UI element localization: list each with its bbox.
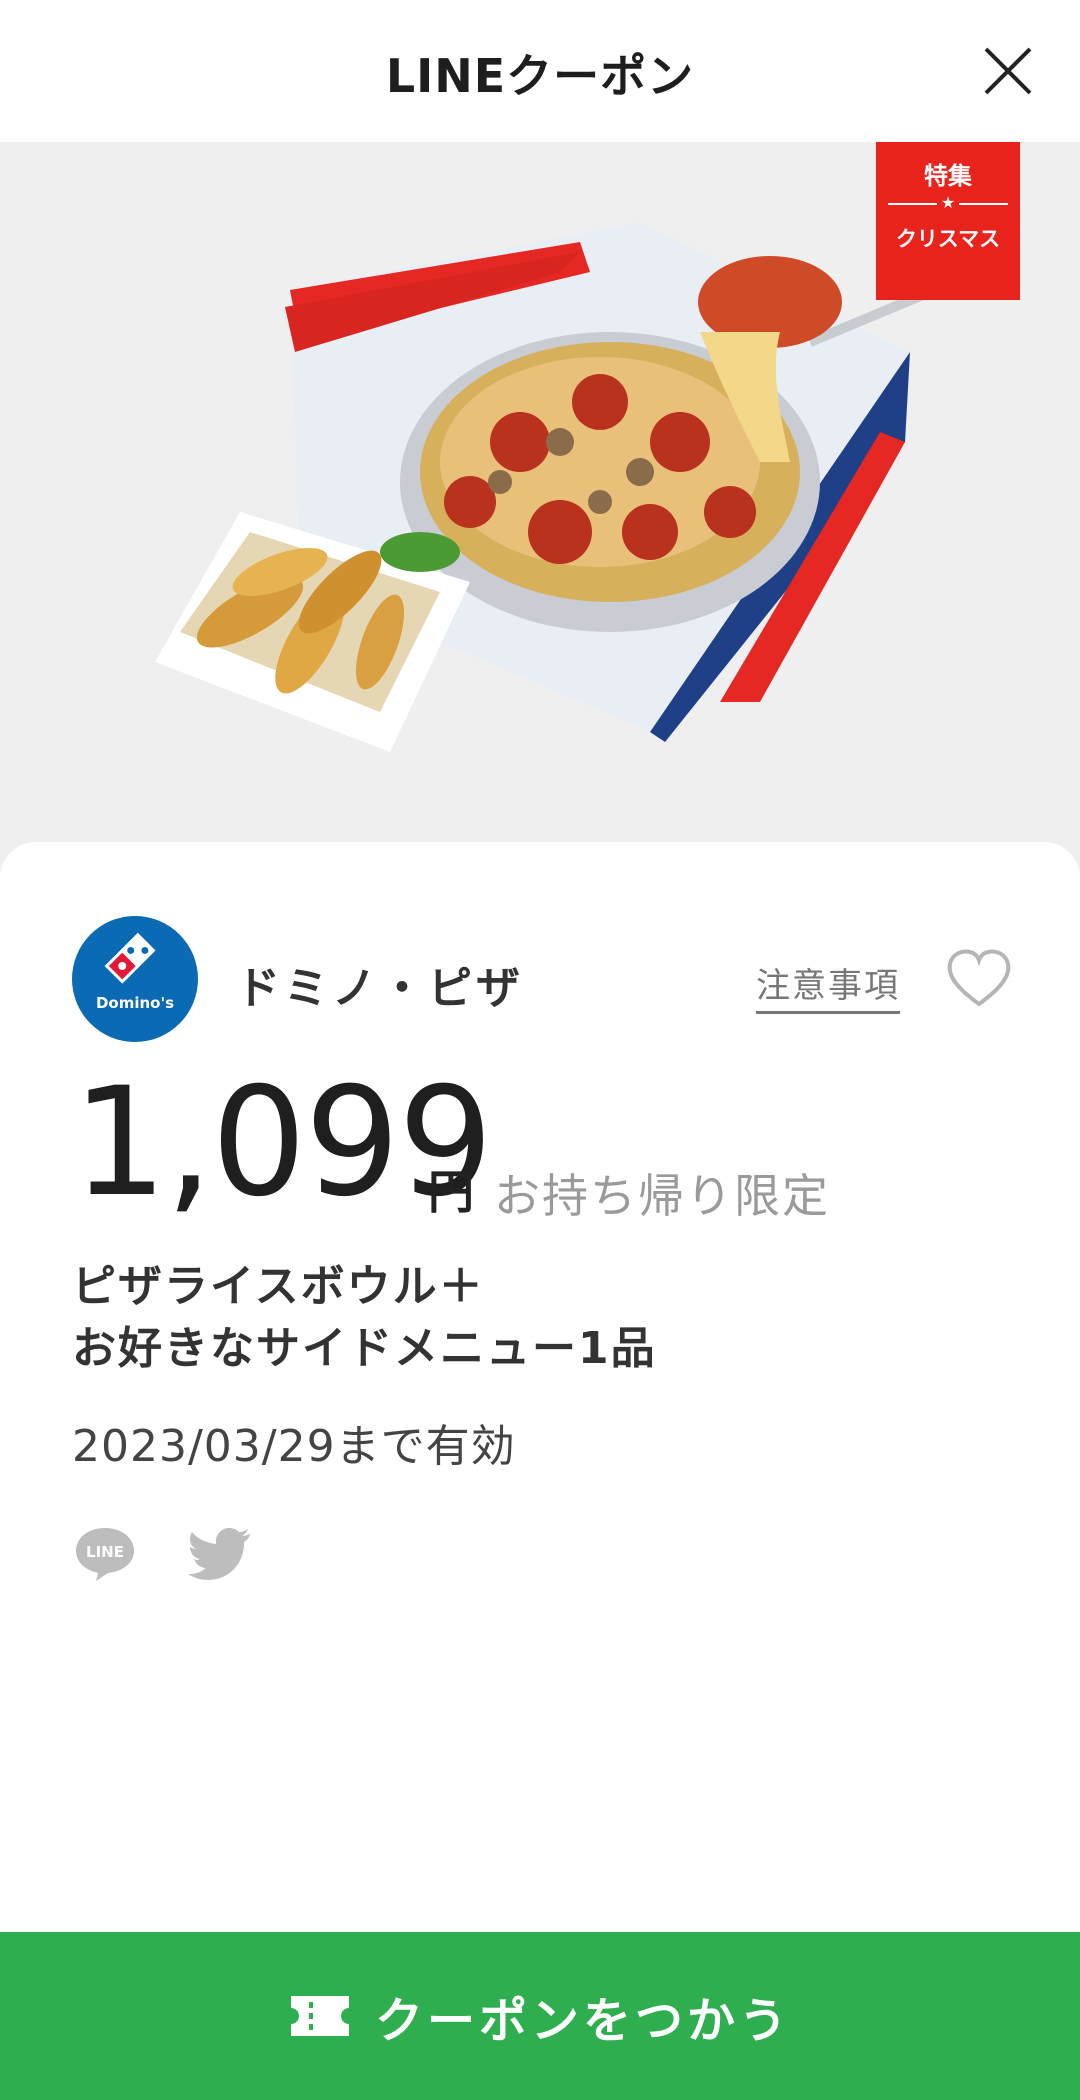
valid-until: 2023/03/29まで有効 <box>72 1421 516 1472</box>
share-line-button[interactable]: LINE <box>72 1524 138 1584</box>
notice-link[interactable]: 注意事項 <box>756 958 900 1014</box>
line-icon: LINE <box>76 1528 134 1581</box>
close-button[interactable] <box>978 36 1038 106</box>
shop-logo: Domino's <box>72 916 198 1042</box>
ticket-icon <box>290 1996 349 2036</box>
use-coupon-button[interactable]: クーポンをつかう <box>0 1932 1080 2100</box>
shop-name: ドミノ・ピザ <box>236 963 524 1014</box>
ribbon-label-top: 特集 <box>924 162 972 190</box>
coupon-description-line2: お好きなサイドメニュー1品 <box>72 1323 657 1374</box>
heart-icon <box>947 949 1011 1007</box>
star-icon: ★ <box>936 193 960 212</box>
ribbon-label-bottom: クリスマス <box>895 227 1001 251</box>
feature-ribbon: 特集 ★ クリスマス <box>876 142 1020 300</box>
share-twitter-button[interactable] <box>186 1522 252 1582</box>
line-icon-text: LINE <box>86 1543 124 1561</box>
dominos-logo-icon: Domino's <box>96 932 174 1012</box>
use-coupon-label: クーポンをつかう <box>374 1993 791 2049</box>
ribbon-divider: ★ <box>888 193 1008 213</box>
header-bar: LINEクーポン <box>0 0 1080 142</box>
coupon-description-line1: ピザライスボウル＋ <box>72 1261 485 1312</box>
close-icon <box>984 47 1032 95</box>
condition-label: お持ち帰り限定 <box>494 1169 830 1223</box>
use-coupon-button-content: クーポンをつかう <box>0 1932 1080 2100</box>
currency-label: 円 <box>428 1165 474 1219</box>
page-title: LINEクーポン <box>385 49 695 103</box>
logo-text: Domino's <box>96 994 174 1012</box>
twitter-icon <box>188 1528 250 1580</box>
favorite-button[interactable] <box>944 946 1014 1010</box>
